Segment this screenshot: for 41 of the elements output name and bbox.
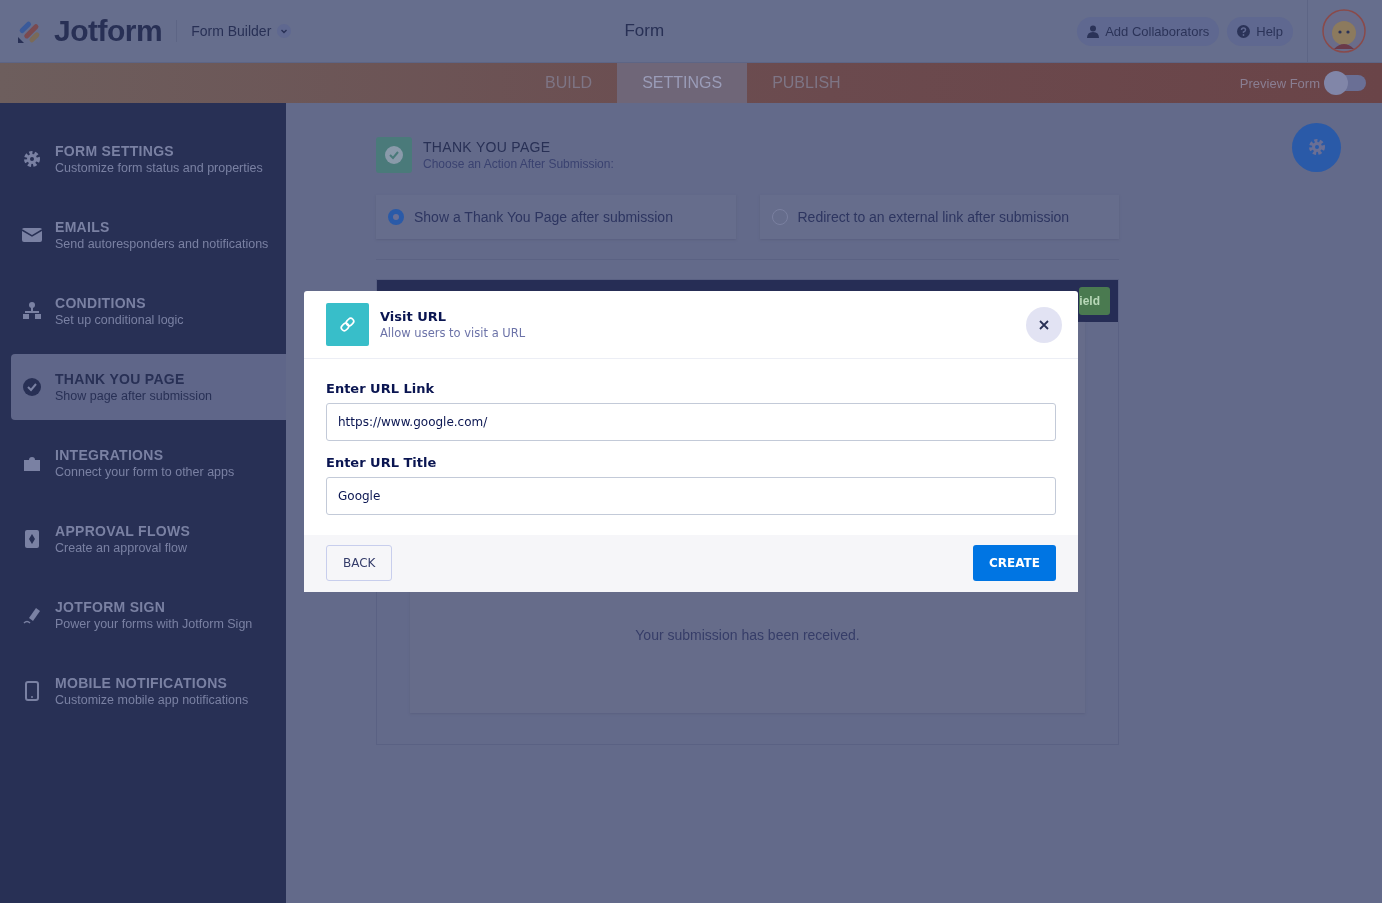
header-button[interactable]: Add Collaborators (1077, 16, 1220, 46)
preview-label: Preview Form (1239, 75, 1320, 91)
input-field[interactable]: Google (326, 477, 1056, 515)
gear-icon (21, 148, 43, 170)
logo[interactable]: Jotform (16, 14, 163, 48)
check-icon (376, 137, 412, 173)
radio-button[interactable] (388, 209, 404, 225)
close-button[interactable] (1026, 306, 1062, 343)
dialog-subtitle: Allow users to visit a URL (380, 326, 526, 340)
dialog-title: Visit URL (380, 309, 448, 324)
radio-option[interactable]: Show a Thank You Page after submission (376, 195, 736, 239)
help-icon (1237, 24, 1251, 38)
back-button[interactable]: BACK (326, 545, 393, 581)
section-title: THANK YOU PAGE (423, 139, 552, 155)
sidebar-item[interactable]: CONDITIONS Set up conditional logic (11, 278, 286, 344)
sidebar-item[interactable]: EMAILS Send autoresponders and notifications (11, 202, 286, 268)
sidebar-item[interactable]: APPROVAL FLOWS Create an approval flow (11, 506, 286, 572)
caret-icon (277, 24, 292, 38)
nav-tab[interactable]: PUBLISH (747, 63, 866, 103)
radio-option[interactable]: Redirect to an external link after submission (759, 195, 1119, 239)
check-icon (21, 376, 43, 398)
product-dropdown[interactable]: Form Builder (191, 23, 292, 39)
form-title: Form (623, 21, 666, 41)
input-field[interactable]: https://www.google.com/ (326, 403, 1056, 441)
settings-button[interactable] (1292, 122, 1341, 172)
field-label: Enter URL Title (326, 455, 438, 470)
link-icon (326, 303, 369, 346)
sidebar-item[interactable]: JOTFORM SIGN Power your forms with Jotform Sign (11, 582, 286, 648)
logo-text: Jotform (54, 14, 163, 48)
header-button[interactable]: Help (1227, 16, 1293, 46)
sidebar-item[interactable]: FORM SETTINGS Customize form status and properties (11, 126, 286, 192)
close-icon (1039, 319, 1049, 330)
user-icon (1087, 24, 1100, 38)
create-button[interactable]: CREATE (973, 545, 1056, 581)
add-field-button[interactable]: ield (1079, 287, 1110, 315)
nav-tab[interactable]: SETTINGS (617, 63, 748, 103)
tree-icon (21, 300, 43, 322)
sidebar-item[interactable]: MOBILE NOTIFICATIONS Customize mobile app notifications (11, 658, 286, 724)
sidebar-item[interactable]: INTEGRATIONS Connect your form to other apps (11, 430, 286, 496)
field-label: Enter URL Link (326, 381, 436, 396)
avatar-icon[interactable] (1322, 9, 1366, 53)
